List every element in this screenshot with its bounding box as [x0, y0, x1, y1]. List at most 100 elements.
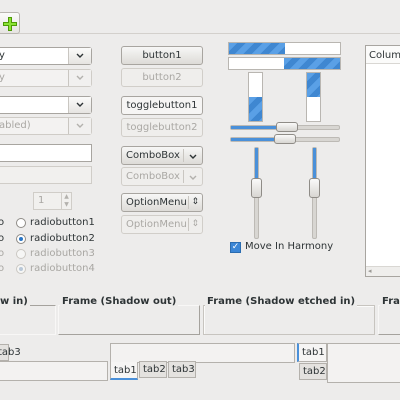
combo-4-arrow [68, 118, 91, 134]
progress-fill [307, 73, 320, 97]
radiobutton-4-label: radiobutton4 [30, 263, 95, 274]
combo-1-arrow[interactable] [68, 48, 91, 64]
combobox-1[interactable]: ComboBox [121, 146, 203, 165]
combo-box-entry-2-text: y [0, 72, 5, 83]
frame-shadow-etched-in-title: Frame (Shadow etched in) [205, 296, 358, 307]
radiobutton-1-label: radiobutton1 [30, 217, 95, 228]
chevron-up-icon: ▲ [64, 193, 69, 200]
scale-vertical-1-slider[interactable] [251, 178, 262, 198]
notebook-left-tab3[interactable]: tab3 [0, 344, 21, 361]
frame-shadow-etched-out-title: Fra [380, 296, 400, 307]
radio-dot [19, 237, 23, 241]
chevron-down-icon [189, 152, 197, 163]
option-menu-2-separator [188, 218, 189, 231]
radio-row-prefix: o [0, 217, 5, 228]
progress-fill [229, 43, 285, 54]
tab-label: tab2 [303, 366, 326, 377]
combo-box-entry-4-disabled: abled) [0, 117, 92, 135]
togglebutton1-label: togglebutton1 [126, 100, 198, 111]
frame-shadow-in-title: w in) [0, 296, 30, 307]
notebook-right-pane [327, 343, 400, 383]
button1-label: button1 [142, 50, 182, 61]
progress-bar-vertical-1 [248, 72, 263, 122]
spin-value: 1 [38, 195, 45, 206]
radiobutton-3 [16, 249, 26, 259]
add-toolbar-button[interactable] [0, 12, 20, 34]
combo-3-arrow[interactable] [68, 97, 91, 113]
tab-label: tab3 [172, 364, 195, 375]
frame-shadow-etched-in [203, 305, 375, 335]
notebook-bottom-pane [110, 343, 295, 363]
combo-2-arrow [68, 70, 91, 86]
checkmark-icon: ✓ [231, 242, 240, 252]
chevron-down-icon [76, 53, 84, 58]
combo-box-entry-1-text: y [0, 50, 5, 61]
scale-horizontal-2-slider[interactable] [274, 134, 296, 144]
combobox-2-disabled: ComboBox [121, 167, 203, 186]
horizontal-scrollbar[interactable]: ◂ [366, 266, 400, 276]
tab-label: tab3 [0, 347, 21, 358]
togglebutton1[interactable]: togglebutton1 [121, 96, 203, 115]
progress-bar-vertical-2 [306, 72, 321, 122]
option-menu-2-disabled: OptionMenu ⇕ [121, 215, 203, 234]
toolbar [0, 0, 400, 34]
tree-view[interactable]: Column ◂ [365, 45, 400, 277]
notebook-bottom-tab3[interactable]: tab3 [168, 361, 196, 378]
progress-bar-horizontal-2 [228, 57, 341, 70]
tab-label: tab2 [143, 364, 166, 375]
button2-disabled: button2 [121, 68, 203, 87]
chevron-down-icon [76, 75, 84, 80]
frame-shadow-etched-out [378, 305, 400, 335]
radiobutton-2[interactable] [16, 234, 26, 244]
tree-column-header[interactable]: Column [366, 46, 400, 64]
notebook-right-tab2[interactable]: tab2 [299, 363, 327, 380]
combobox-1-separator [183, 149, 184, 162]
combobox-1-label: ComboBox [126, 150, 180, 161]
chevron-down-icon [76, 102, 84, 107]
radio-row-prefix: o [0, 263, 5, 274]
scale-horizontal-1-slider[interactable] [276, 122, 298, 132]
notebook-right-tab1[interactable]: tab1 [297, 343, 327, 362]
text-entry[interactable] [0, 144, 92, 162]
chevron-down-icon [189, 173, 197, 184]
move-in-harmony-label: Move In Harmony [245, 241, 334, 252]
progress-fill [249, 97, 262, 121]
option-menu-1-label: OptionMenu [126, 197, 187, 208]
button1[interactable]: button1 [121, 46, 203, 65]
frame-shadow-out-title: Frame (Shadow out) [60, 296, 179, 307]
green-plus-icon [3, 17, 17, 31]
scroll-left-icon[interactable]: ◂ [368, 267, 372, 275]
notebook-bottom-tab2[interactable]: tab2 [139, 361, 167, 378]
togglebutton2-label: togglebutton2 [126, 122, 198, 133]
chevron-down-icon: ▼ [64, 201, 69, 208]
option-menu-1[interactable]: OptionMenu ⇕ [121, 193, 203, 212]
radiobutton-4 [16, 264, 26, 274]
text-entry-disabled [0, 166, 92, 184]
scale-fill [231, 138, 275, 141]
combobox-2-separator [183, 170, 184, 183]
progress-bar-horizontal-1 [228, 42, 341, 55]
combo-box-entry-2-disabled: y [0, 69, 92, 87]
radiobutton-1[interactable] [16, 218, 26, 228]
scale-fill [231, 126, 277, 129]
radiobutton-2-label: radiobutton2 [30, 233, 95, 244]
notebook-left-pane [0, 361, 108, 381]
scale-vertical-2-slider[interactable] [309, 178, 320, 198]
frame-shadow-out [58, 305, 200, 335]
up-down-arrows-icon: ⇕ [191, 197, 199, 207]
spin-arrows: ▲ ▼ [61, 193, 71, 209]
combo-box-entry-4-text: abled) [0, 120, 31, 131]
tab-label: tab1 [114, 364, 137, 376]
move-in-harmony-checkbox[interactable]: ✓ [230, 242, 241, 253]
button2-label: button2 [142, 72, 182, 83]
notebook-bottom-tab1[interactable]: tab1 [110, 362, 138, 380]
radio-dot [19, 267, 23, 271]
chevron-down-icon [76, 123, 84, 128]
spin-button-disabled: 1 ▲ ▼ [33, 192, 72, 210]
frame-shadow-in [0, 305, 56, 335]
combo-box-entry-3[interactable] [0, 96, 92, 114]
scale-fill [313, 148, 316, 179]
up-down-arrows-icon: ⇕ [191, 219, 199, 229]
combobox-2-label: ComboBox [126, 171, 180, 182]
combo-box-entry-1[interactable]: y [0, 47, 92, 65]
